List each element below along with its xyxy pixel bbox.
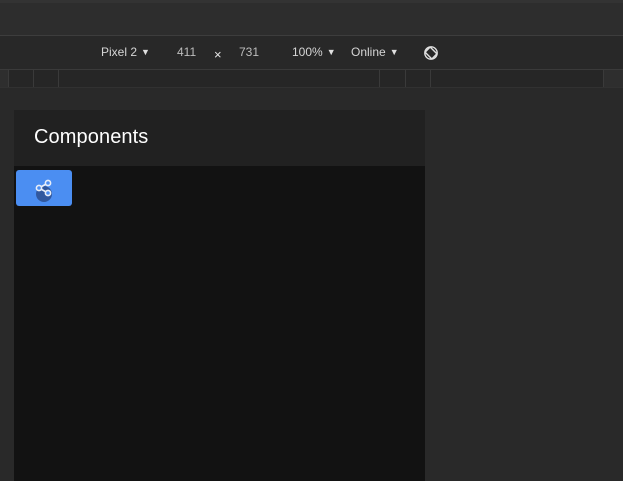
width-input[interactable]: 411 <box>177 36 196 69</box>
page-title: Components <box>34 126 149 148</box>
device-select-label: Pixel 2 <box>101 45 138 59</box>
chevron-down-icon: ▼ <box>389 47 399 57</box>
top-strip <box>0 0 623 36</box>
height-input[interactable]: 731 <box>239 36 259 69</box>
rotate-button[interactable] <box>423 45 439 61</box>
chevron-down-icon: ▼ <box>141 47 150 57</box>
app-bar: Components <box>14 110 425 166</box>
share-icon <box>35 179 52 197</box>
rotate-icon <box>424 46 438 60</box>
chevron-down-icon: ▼ <box>326 47 336 57</box>
media-query-ruler <box>0 70 623 88</box>
device-viewport: Components <box>14 110 425 481</box>
network-select-label: Online <box>351 45 386 59</box>
dimension-separator: × <box>214 47 222 62</box>
share-button[interactable] <box>16 170 72 206</box>
top-divider <box>0 0 623 3</box>
network-select[interactable]: Online ▼ <box>351 36 399 69</box>
zoom-select-label: 100% <box>292 45 323 59</box>
device-select[interactable]: Pixel 2 ▼ <box>101 36 150 69</box>
device-toolbar: Pixel 2 ▼ 411 × 731 100% ▼ Online ▼ <box>0 36 623 70</box>
zoom-select[interactable]: 100% ▼ <box>292 36 336 69</box>
